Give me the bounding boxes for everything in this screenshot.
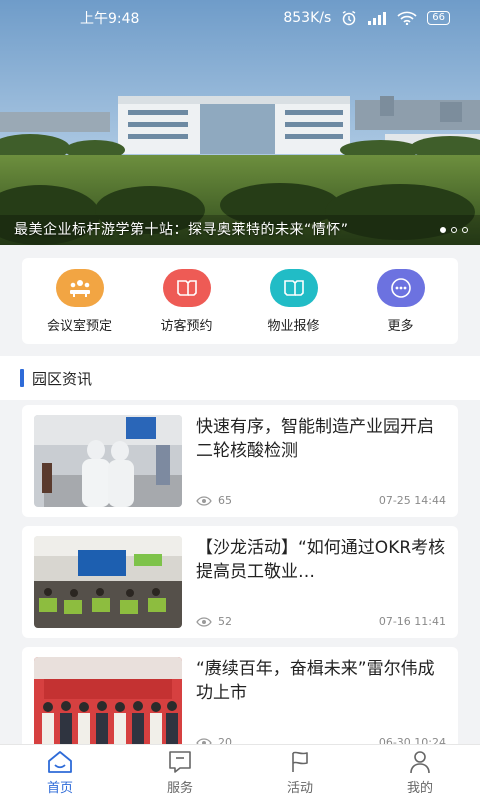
tab-activity[interactable]: 活动 xyxy=(260,749,340,796)
service-icon xyxy=(167,749,193,775)
news-thumbnail xyxy=(34,657,182,749)
status-time: 上午9:48 xyxy=(80,11,140,27)
news-item[interactable]: “赓续百年，奋楫未来”雷尔伟成功上市 20 06-30 10:24 xyxy=(22,647,458,759)
news-thumbnail xyxy=(34,536,182,628)
eye-icon xyxy=(196,495,212,506)
news-title: 快速有序，智能制造产业园开启二轮核酸检测 xyxy=(196,417,434,461)
user-icon xyxy=(408,749,432,775)
view-count-value: 52 xyxy=(218,615,232,628)
tab-profile[interactable]: 我的 xyxy=(380,749,460,796)
news-item[interactable]: 快速有序，智能制造产业园开启二轮核酸检测 65 07-25 14:44 xyxy=(22,405,458,517)
news-meta: 65 07-25 14:44 xyxy=(196,494,446,507)
visitor-appointment-button[interactable]: 访客预约 xyxy=(137,268,237,334)
tab-label: 服务 xyxy=(166,781,193,796)
carousel-dot[interactable] xyxy=(440,227,446,233)
section-title: 园区资讯 xyxy=(32,369,93,388)
tab-service[interactable]: 服务 xyxy=(140,749,220,796)
quick-action-label: 访客预约 xyxy=(160,318,213,334)
tab-label: 活动 xyxy=(286,781,313,796)
alarm-icon xyxy=(341,10,357,26)
repair-icon xyxy=(269,268,318,307)
carousel-dot[interactable] xyxy=(462,227,468,233)
carousel-indicator xyxy=(440,227,468,233)
tab-home[interactable]: 首页 xyxy=(20,749,100,796)
news-title: “赓续百年，奋楫未来”雷尔伟成功上市 xyxy=(196,659,435,703)
flag-icon xyxy=(288,749,312,775)
news-item[interactable]: 【沙龙活动】“如何通过OKR考核提高员工敬业… 52 07-16 11:41 xyxy=(22,526,458,638)
news-thumbnail xyxy=(34,415,182,507)
banner-caption[interactable]: 最美企业标杆游学第十站：探寻奥莱特的未来“情怀” xyxy=(14,219,349,239)
more-icon xyxy=(376,268,425,307)
home-icon xyxy=(46,749,74,775)
banner-carousel[interactable]: 最美企业标杆游学第十站：探寻奥莱特的未来“情怀” xyxy=(0,0,480,245)
carousel-dot[interactable] xyxy=(451,227,457,233)
bottom-nav: 首页 服务 活动 我的 xyxy=(0,744,480,800)
quick-action-label: 会议室预定 xyxy=(46,318,112,334)
view-count: 52 xyxy=(196,615,232,628)
quick-actions-card: 会议室预定 访客预约 物业报修 更多 xyxy=(22,258,458,344)
news-title: 【沙龙活动】“如何通过OKR考核提高员工敬业… xyxy=(196,538,446,582)
eye-icon xyxy=(196,616,212,627)
quick-action-label: 更多 xyxy=(387,318,414,334)
signal-icon xyxy=(367,11,387,25)
net-speed: 853K/s xyxy=(283,10,332,26)
wifi-icon xyxy=(397,11,417,25)
news-meta: 52 07-16 11:41 xyxy=(196,615,446,628)
view-count: 65 xyxy=(196,494,232,507)
news-date: 07-25 14:44 xyxy=(378,494,446,507)
banner-image xyxy=(0,0,480,245)
news-date: 07-16 11:41 xyxy=(378,615,446,628)
meeting-room-icon xyxy=(55,268,104,307)
property-repair-button[interactable]: 物业报修 xyxy=(244,268,344,334)
visitor-icon xyxy=(162,268,211,307)
more-button[interactable]: 更多 xyxy=(351,268,451,334)
quick-action-label: 物业报修 xyxy=(267,318,320,334)
tab-label: 我的 xyxy=(406,781,433,796)
battery-indicator: 66 xyxy=(427,11,450,25)
tab-label: 首页 xyxy=(46,781,73,796)
section-accent-bar xyxy=(20,369,24,387)
view-count-value: 65 xyxy=(218,494,232,507)
status-bar: 上午9:48 853K/s 66 xyxy=(0,0,480,36)
meeting-room-booking-button[interactable]: 会议室预定 xyxy=(30,268,130,334)
section-header: 园区资讯 xyxy=(0,356,480,400)
